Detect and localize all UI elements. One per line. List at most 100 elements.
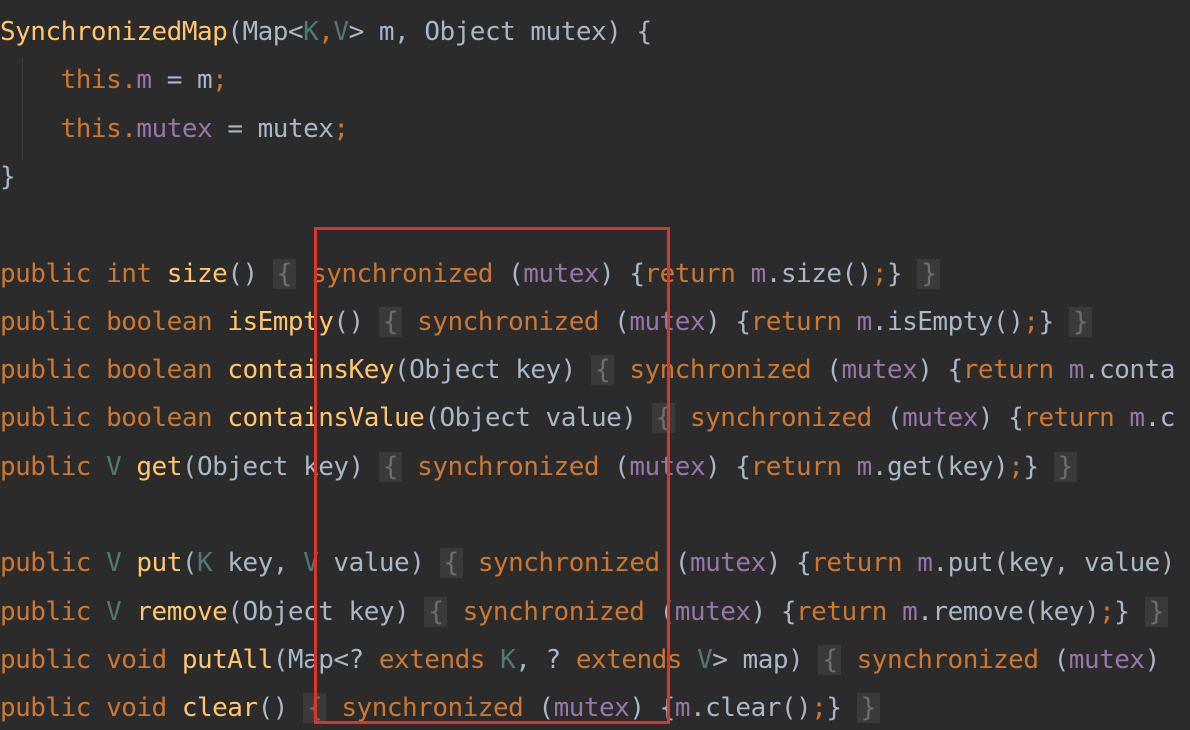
code-token: synchronized — [856, 644, 1039, 675]
code-token: . — [121, 65, 137, 96]
code-token: m — [674, 693, 691, 724]
fold-marker[interactable]: } — [856, 693, 880, 724]
code-token: .clear() — [689, 693, 812, 724]
code-token: } — [1023, 451, 1054, 482]
code-token: } — [1114, 596, 1145, 627]
fold-marker[interactable]: } — [917, 258, 941, 289]
code-token: } — [0, 161, 16, 192]
code-token: this — [0, 113, 122, 144]
code-token: () — [227, 258, 273, 289]
code-token: m — [917, 548, 933, 579]
code-token: return — [962, 355, 1069, 386]
code-token: V — [106, 451, 137, 482]
fold-marker[interactable]: } — [1144, 596, 1168, 627]
code-line[interactable]: this.mutex = mutex; — [0, 107, 349, 151]
code-token: size — [166, 258, 228, 289]
code-token: synchronized — [689, 403, 872, 434]
highlight-annotation-box — [314, 227, 670, 724]
code-token: ; — [1099, 596, 1115, 627]
code-token: mutex — [841, 355, 918, 386]
code-token: ) { — [977, 403, 1024, 434]
code-token: .c — [1144, 403, 1176, 434]
code-line[interactable]: } — [0, 155, 16, 199]
code-token: ; — [811, 693, 827, 724]
code-token: this — [0, 65, 122, 96]
code-token: ; — [1008, 451, 1024, 482]
code-line[interactable]: SynchronizedMap(Map<K,V> m, Object mutex… — [0, 10, 652, 54]
code-token: , — [318, 17, 334, 47]
code-token: ( — [811, 355, 842, 386]
code-token: } — [1038, 306, 1069, 337]
code-token: public boolean — [0, 403, 228, 434]
fold-marker[interactable]: { — [272, 258, 296, 289]
code-token: .remove(key) — [917, 596, 1100, 627]
code-token: K — [197, 548, 228, 579]
code-token: ) { — [705, 451, 751, 482]
code-token: } — [826, 693, 857, 724]
code-token: .get(key) — [871, 451, 1009, 482]
code-token: Map< — [242, 17, 304, 47]
code-token: ) { — [917, 355, 963, 386]
code-editor[interactable]: SynchronizedMap(Map<K,V> m, Object mutex… — [0, 0, 1190, 730]
code-token: ( — [181, 548, 198, 579]
code-token: V — [333, 17, 349, 47]
code-token: key, — [227, 548, 304, 579]
code-token: return — [811, 548, 918, 579]
code-token: ; — [333, 113, 349, 144]
code-token: ) — [1144, 644, 1161, 675]
code-token: m — [1129, 403, 1145, 434]
code-token: ; — [1023, 306, 1039, 337]
code-token: ( — [227, 17, 243, 47]
code-token: ) { — [705, 306, 751, 337]
code-token: m — [856, 306, 873, 337]
fold-marker[interactable]: { — [818, 644, 842, 675]
code-token: m — [1068, 355, 1085, 386]
code-token: mutex — [674, 596, 751, 627]
code-token: return — [796, 596, 903, 627]
code-token: () — [257, 693, 304, 724]
code-token: V — [106, 596, 137, 627]
code-token: } — [886, 258, 918, 289]
code-token: mutex — [902, 403, 978, 434]
code-token: . — [121, 113, 137, 144]
code-token: m — [136, 65, 152, 96]
code-token: .size() — [765, 258, 873, 289]
code-token: public — [0, 451, 107, 482]
code-token: V — [697, 644, 713, 675]
code-token: ( — [871, 403, 903, 434]
code-token: = m — [151, 65, 213, 96]
fold-marker[interactable]: } — [1068, 306, 1092, 337]
code-token: ) { — [765, 548, 812, 579]
code-token: .conta — [1083, 355, 1175, 386]
code-token: m — [856, 451, 873, 482]
fold-marker[interactable]: } — [1053, 451, 1077, 482]
code-token: return — [750, 306, 857, 337]
code-token: ( — [1038, 644, 1070, 675]
code-token: K — [303, 17, 319, 47]
code-token: public int — [0, 258, 167, 289]
code-token: public — [0, 548, 107, 579]
code-token: ) { — [750, 596, 797, 627]
code-token: get — [136, 451, 182, 482]
code-token: public — [0, 596, 107, 627]
code-token: return — [1023, 403, 1130, 434]
code-token: .put(key, value) — [932, 548, 1175, 579]
code-token: public boolean — [0, 355, 228, 386]
code-token: ; — [212, 65, 228, 96]
code-token: .isEmpty() — [871, 306, 1024, 337]
code-token: m — [750, 258, 767, 289]
code-token: remove — [136, 596, 228, 627]
code-token: clear — [181, 693, 258, 724]
code-line[interactable]: this.m = m; — [0, 58, 228, 102]
code-token: V — [106, 548, 137, 579]
code-token: = mutex — [212, 113, 334, 144]
code-token: > map) — [712, 644, 819, 675]
code-token: putAll — [181, 644, 273, 675]
code-token: > m, Object mutex) { — [348, 17, 653, 47]
code-token: m — [902, 596, 918, 627]
code-token: mutex — [136, 113, 213, 144]
code-token: return — [750, 451, 857, 482]
